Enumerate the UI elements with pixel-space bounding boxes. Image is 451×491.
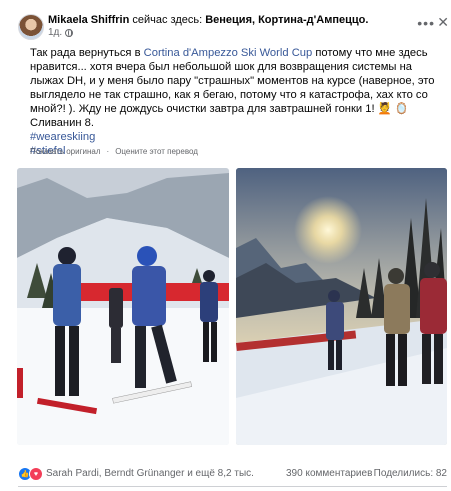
reaction-icons[interactable]: 👍 ♥ bbox=[18, 467, 43, 481]
post-footer: 👍 ♥ Sarah Pardi, Berndt Grünanger и ещё … bbox=[18, 466, 447, 484]
photo-skiers-on-slope[interactable] bbox=[17, 168, 229, 445]
close-icon: ✕ bbox=[437, 14, 449, 30]
location-prefix: сейчас здесь: bbox=[132, 14, 203, 26]
translation-bar: Показать оригинал · Оцените этот перевод bbox=[30, 147, 198, 156]
post-text: Так рада вернуться в Cortina d'Ampezzo S… bbox=[30, 46, 446, 158]
post-header: Mikaela Shiffrin сейчас здесь: Венеция, … bbox=[18, 14, 451, 40]
shares-count[interactable]: Поделились: 82 bbox=[374, 468, 447, 479]
more-options-icon: ••• bbox=[417, 15, 435, 31]
more-options-button[interactable]: ••• bbox=[417, 15, 435, 31]
reactors-summary[interactable]: Sarah Pardi, Berndt Grünanger и ещё 8,2 … bbox=[46, 468, 254, 479]
globe-icon bbox=[65, 28, 74, 37]
location-link[interactable]: Венеция, Кортина-д'Ампеццо. bbox=[205, 14, 368, 26]
text-part-2: потому что мне здесь нравится... хотя вч… bbox=[30, 47, 435, 129]
author-avatar[interactable] bbox=[18, 14, 44, 40]
post-time[interactable]: 1д. bbox=[48, 27, 62, 38]
comments-count[interactable]: 390 комментариев bbox=[286, 468, 372, 479]
event-link[interactable]: Cortina d'Ampezzo Ski World Cup bbox=[144, 47, 313, 59]
photo-skiers-sunset-image bbox=[236, 168, 447, 445]
close-button[interactable]: ✕ bbox=[437, 14, 449, 31]
post-message: Так рада вернуться в Cortina d'Ampezzo S… bbox=[30, 46, 446, 130]
hashtag-weareskiing[interactable]: #weareskiing bbox=[30, 130, 446, 144]
show-original-link[interactable]: Показать оригинал bbox=[30, 147, 101, 156]
separator: · bbox=[106, 147, 110, 156]
post-card: Mikaela Shiffrin сейчас здесь: Венеция, … bbox=[0, 0, 451, 491]
photo-skiers-sunset[interactable] bbox=[236, 168, 447, 445]
rate-translation-link[interactable]: Оцените этот перевод bbox=[115, 147, 198, 156]
love-icon: ♥ bbox=[29, 467, 43, 481]
footer-divider bbox=[18, 486, 447, 487]
text-part-1: Так рада вернуться в bbox=[30, 47, 144, 59]
post-meta: 1д. bbox=[48, 27, 74, 38]
author-name[interactable]: Mikaela Shiffrin bbox=[48, 14, 129, 26]
photo-skiers-on-slope-image bbox=[17, 168, 229, 445]
author-line: Mikaela Shiffrin сейчас здесь: Венеция, … bbox=[48, 14, 368, 26]
